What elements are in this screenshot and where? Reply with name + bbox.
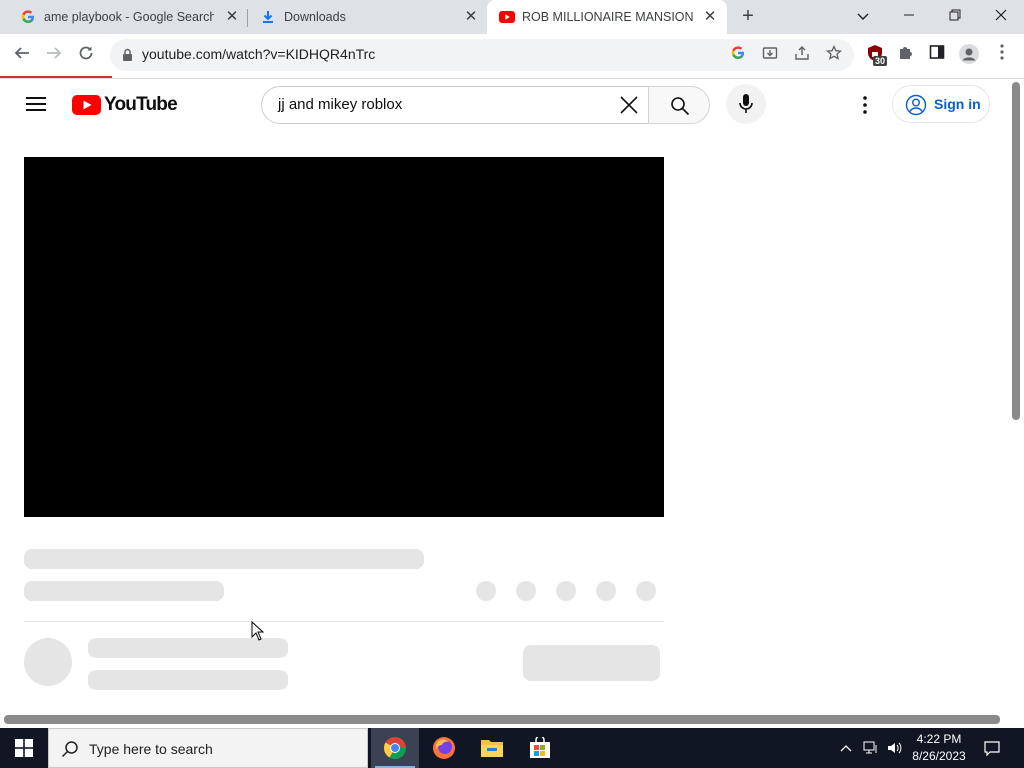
search-button[interactable] — [648, 86, 710, 124]
tab-youtube-video[interactable]: ROB MILLIONAIRE MANSION - F ✕ — [487, 0, 727, 34]
youtube-logo[interactable]: YouTube — [72, 94, 178, 116]
restore-icon[interactable] — [943, 4, 967, 28]
chrome-menu-icon[interactable] — [991, 44, 1013, 66]
vertical-scrollbar-thumb[interactable] — [1012, 82, 1020, 420]
tab-title: ame playbook - Google Search — [44, 10, 214, 24]
new-tab-icon[interactable]: + — [738, 6, 758, 26]
tab-downloads[interactable]: Downloads ✕ — [240, 0, 486, 34]
youtube-masthead: YouTube jj and mikey roblox Sign in — [0, 79, 1008, 131]
action-placeholder — [556, 581, 576, 601]
volume-icon[interactable] — [884, 728, 906, 768]
settings-more-icon[interactable] — [855, 93, 875, 117]
side-panel-icon[interactable] — [926, 44, 948, 66]
youtube-play-logo-icon — [72, 95, 101, 115]
action-placeholder — [476, 581, 496, 601]
mouse-cursor-icon — [251, 620, 265, 646]
microphone-icon — [739, 94, 753, 113]
taskbar-clock[interactable]: 4:22 PM 8/26/2023 — [904, 731, 974, 765]
tab-title: Downloads — [284, 10, 346, 24]
install-app-icon[interactable] — [760, 45, 780, 65]
screen: ame playbook - Google Search ✕ Downloads… — [0, 0, 1024, 768]
notifications-icon[interactable] — [980, 728, 1004, 768]
minimize-icon[interactable] — [897, 4, 921, 28]
search-input[interactable]: jj and mikey roblox — [261, 86, 648, 124]
action-placeholder — [516, 581, 536, 601]
lock-icon[interactable] — [122, 48, 133, 67]
windows-taskbar: Type here to search 4:22 PM 8/26/2023 — [0, 728, 1024, 768]
share-icon[interactable] — [792, 45, 812, 65]
tab-search-chevron-icon[interactable] — [851, 4, 875, 28]
tab-close-icon[interactable]: ✕ — [462, 8, 480, 26]
profile-avatar-icon[interactable] — [958, 44, 980, 66]
tab-title: ROB MILLIONAIRE MANSION - F — [522, 10, 694, 24]
address-bar[interactable]: youtube.com/watch?v=KIDHQR4nTrc — [110, 39, 854, 71]
google-g-icon — [20, 9, 36, 25]
guide-menu-icon[interactable] — [26, 97, 46, 111]
video-player[interactable] — [24, 157, 664, 517]
horizontal-scrollbar-thumb[interactable] — [4, 715, 1000, 724]
taskbar-store-icon[interactable] — [516, 728, 564, 768]
taskbar-search-placeholder: Type here to search — [89, 741, 213, 757]
content-divider — [24, 621, 664, 622]
taskbar-file-explorer-icon[interactable] — [468, 728, 516, 768]
bookmark-star-icon[interactable] — [824, 44, 844, 65]
channel-avatar-placeholder — [24, 638, 72, 686]
meta-placeholder — [24, 581, 224, 601]
youtube-logo-text: YouTube — [104, 94, 178, 115]
search-icon — [61, 741, 78, 758]
browser-toolbar: youtube.com/watch?v=KIDHQR4nTrc 30 — [0, 34, 1024, 76]
windows-start-icon[interactable] — [0, 728, 48, 768]
tab-close-icon[interactable]: ✕ — [223, 8, 241, 26]
google-lens-icon[interactable] — [728, 45, 748, 65]
download-icon — [260, 9, 276, 25]
clock-date: 8/26/2023 — [912, 749, 966, 763]
subscribe-placeholder — [523, 645, 660, 681]
show-hidden-icons-chevron-icon[interactable] — [836, 728, 856, 768]
tab-google-search[interactable]: ame playbook - Google Search ✕ — [0, 0, 246, 34]
account-circle-icon — [905, 94, 927, 116]
sign-in-button[interactable]: Sign in — [892, 85, 990, 123]
reload-icon[interactable] — [74, 43, 98, 67]
tab-strip: ame playbook - Google Search ✕ Downloads… — [0, 0, 1024, 34]
voice-search-button[interactable] — [726, 84, 766, 124]
search-icon — [671, 97, 690, 116]
back-icon[interactable] — [10, 43, 34, 67]
network-icon[interactable] — [860, 728, 882, 768]
title-placeholder — [24, 549, 424, 569]
sign-in-label: Sign in — [934, 96, 981, 112]
extension-badge: 30 — [873, 56, 888, 66]
clear-search-icon[interactable] — [616, 92, 642, 118]
search-query-text: jj and mikey roblox — [278, 96, 403, 113]
youtube-icon — [499, 9, 515, 25]
clock-time: 4:22 PM — [916, 732, 962, 746]
subscriber-placeholder — [88, 670, 288, 690]
action-placeholder — [596, 581, 616, 601]
taskbar-chrome-icon[interactable] — [371, 728, 419, 768]
taskbar-firefox-icon[interactable] — [420, 728, 468, 768]
extension-shield-icon[interactable]: 30 — [864, 44, 888, 66]
extensions-puzzle-icon[interactable] — [895, 44, 917, 66]
tab-close-icon[interactable]: ✕ — [701, 8, 719, 26]
url-text: youtube.com/watch?v=KIDHQR4nTrc — [142, 46, 376, 62]
action-placeholder — [636, 581, 656, 601]
forward-icon[interactable] — [42, 43, 66, 67]
close-window-icon[interactable] — [989, 4, 1013, 28]
taskbar-search-box[interactable]: Type here to search — [48, 728, 368, 768]
